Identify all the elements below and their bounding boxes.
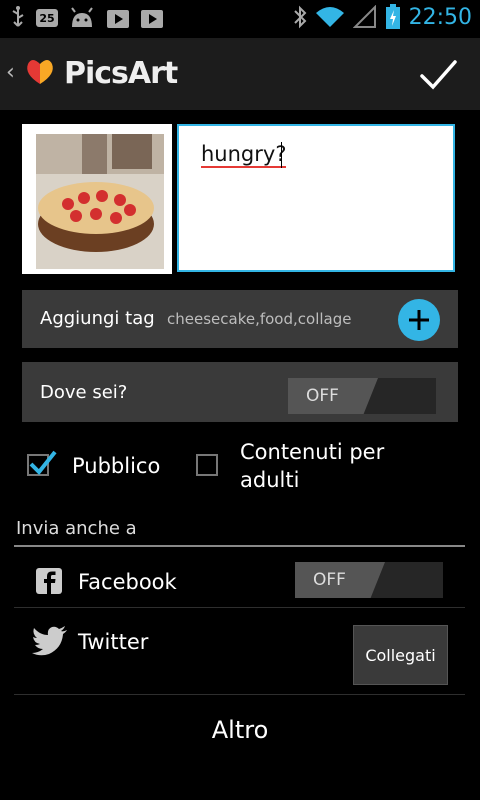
location-row: Dove sei? OFF [22,362,458,422]
twitter-label: Twitter [78,630,149,654]
android-icon [71,7,93,27]
action-bar: ‹ PicsArt [0,38,480,110]
tags-row[interactable]: Aggiungi tag cheesecake,food,collage [22,290,458,348]
battery-icon [385,4,400,29]
usb-icon [12,6,24,27]
add-tag-button[interactable] [398,299,440,341]
notification-count-badge: 25 [36,9,58,27]
location-toggle[interactable]: OFF [288,378,436,414]
facebook-icon [36,568,62,594]
facebook-row: Facebook OFF [14,560,465,606]
twitter-connect-button[interactable]: Collegati [353,625,448,685]
public-label[interactable]: Pubblico [72,452,160,480]
cheesecake-image [36,134,172,269]
caption-input[interactable]: hungry? [177,124,455,272]
location-label: Dove sei? [40,382,128,403]
twitter-bird-icon [32,626,67,656]
row-divider [14,607,465,608]
tags-value: cheesecake,food,collage [167,310,352,328]
app-title: PicsArt [64,56,178,91]
section-divider [14,545,465,547]
row-divider [14,694,465,695]
play-store-icon [141,10,163,28]
play-store-icon [107,10,129,28]
public-checkbox[interactable] [27,450,57,476]
status-bar: 25 22:50 [0,0,480,38]
bluetooth-icon [293,5,307,29]
picsart-logo-icon[interactable] [22,54,58,90]
photo-thumbnail[interactable] [22,124,172,274]
tags-label: Aggiungi tag [40,308,155,329]
wifi-icon [315,7,344,27]
facebook-label: Facebook [78,570,177,594]
confirm-check-icon[interactable] [418,54,458,94]
plus-icon [409,310,429,330]
back-chevron-icon[interactable]: ‹ [6,60,15,85]
checkmark-icon [29,450,57,475]
more-button[interactable]: Altro [0,716,480,744]
signal-icon [352,5,376,28]
facebook-toggle-state: OFF [295,562,385,598]
text-cursor [281,142,282,168]
clock: 22:50 [408,4,472,30]
adult-content-checkbox[interactable] [196,454,218,476]
caption-text: hungry? [201,142,287,168]
location-toggle-state: OFF [288,378,378,414]
adult-content-label[interactable]: Contenuti per adulti [240,438,440,494]
share-section-title: Invia anche a [16,518,137,539]
facebook-toggle[interactable]: OFF [295,562,443,598]
